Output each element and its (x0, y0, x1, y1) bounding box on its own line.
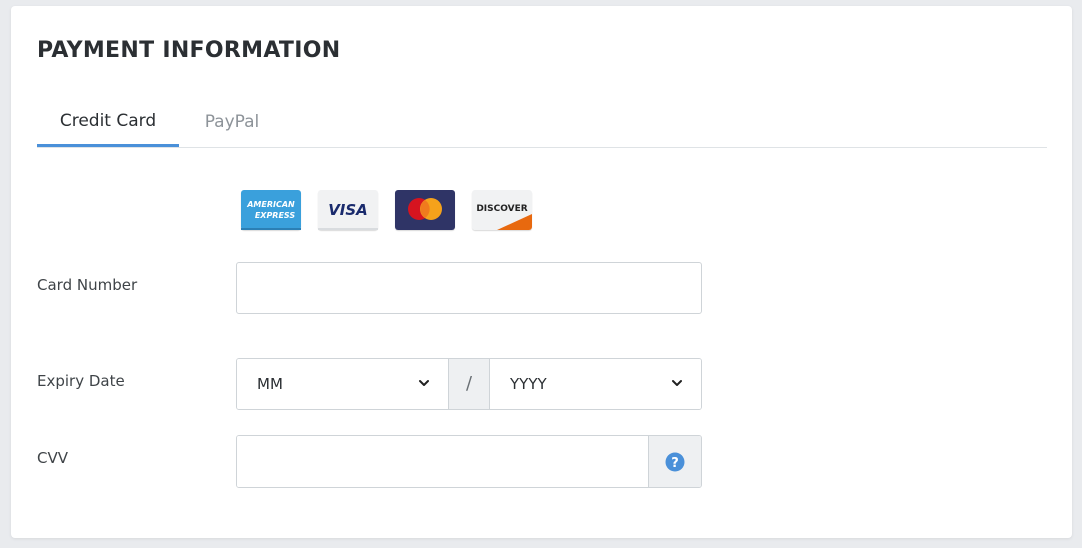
expiry-month-value: MM (257, 375, 283, 393)
tab-credit-card[interactable]: Credit Card (37, 98, 179, 147)
page-title: PAYMENT INFORMATION (37, 38, 341, 63)
cvv-label: CVV (37, 449, 68, 467)
payment-card: PAYMENT INFORMATION Credit Card PayPal A… (11, 6, 1072, 538)
cvv-help-button[interactable]: ? (648, 436, 701, 487)
svg-text:?: ? (671, 456, 679, 471)
amex-logo-icon: AMERICAN EXPRESS (241, 190, 301, 230)
question-circle-icon: ? (665, 452, 685, 471)
svg-text:DISCOVER: DISCOVER (476, 204, 527, 214)
svg-text:VISA: VISA (328, 201, 368, 219)
expiry-date-label: Expiry Date (37, 372, 125, 390)
discover-logo-icon: DISCOVER (472, 190, 532, 230)
svg-text:AMERICAN: AMERICAN (246, 200, 295, 209)
cvv-input[interactable] (237, 436, 648, 487)
expiry-year-value: YYYY (510, 375, 547, 393)
svg-text:EXPRESS: EXPRESS (255, 211, 296, 220)
payment-tabs: Credit Card PayPal (37, 98, 1047, 148)
tab-paypal[interactable]: PayPal (179, 98, 285, 146)
visa-logo-icon: VISA (318, 190, 378, 230)
card-number-label: Card Number (37, 276, 138, 294)
expiry-month-select[interactable]: MM (237, 359, 448, 409)
chevron-down-icon (419, 380, 429, 386)
card-number-field-wrapper (236, 262, 702, 314)
expiry-year-select[interactable]: YYYY (490, 359, 701, 409)
expiry-separator: / (448, 359, 490, 409)
cvv-field-group: ? (236, 435, 702, 488)
expiry-date-group: MM / YYYY (236, 358, 702, 410)
mastercard-logo-icon (395, 190, 455, 230)
chevron-down-icon (672, 380, 682, 386)
card-number-input[interactable] (237, 263, 701, 313)
